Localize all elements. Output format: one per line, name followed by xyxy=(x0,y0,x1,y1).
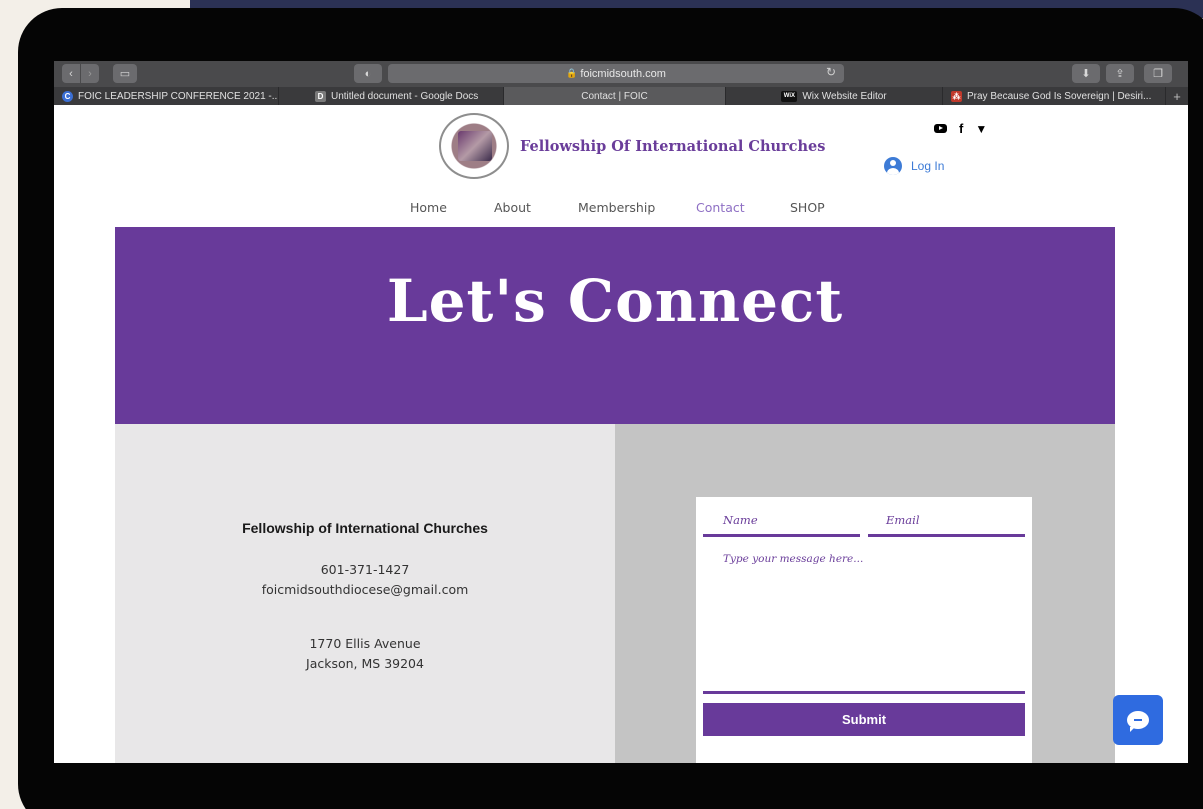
email-address[interactable]: foicmidsouthdiocese@gmail.com xyxy=(115,580,615,600)
tab-overview-button[interactable]: ❐ xyxy=(1144,64,1172,83)
tab-pray-sovereign[interactable]: ⁂ Pray Because God Is Sovereign | Desiri… xyxy=(943,87,1166,105)
nav-membership[interactable]: Membership xyxy=(578,200,696,215)
tab-foic-conference[interactable]: C FOIC LEADERSHIP CONFERENCE 2021 -... xyxy=(54,87,279,105)
contact-form: Name Email Type your message here... Sub… xyxy=(696,497,1032,763)
social-links: f ▼ xyxy=(934,121,987,136)
new-tab-button[interactable]: + xyxy=(1166,87,1188,105)
hero-title: Let's Connect xyxy=(386,267,844,335)
site-nav: Home About Membership Contact SHOP xyxy=(410,200,825,215)
docs-favicon-icon: D xyxy=(315,90,326,102)
street-address: 1770 Ellis Avenue xyxy=(309,636,421,651)
contact-info-panel: Fellowship of International Churches 601… xyxy=(115,424,615,763)
address-bar[interactable]: 🔒 foicmidsouth.com ↻ xyxy=(388,64,844,83)
chrome-favicon-icon: C xyxy=(62,90,73,102)
phone-number: 601-371-1427 xyxy=(320,562,410,577)
share-icon: ⇪ xyxy=(1115,68,1125,80)
chat-button[interactable] xyxy=(1113,695,1163,745)
back-button[interactable]: ‹ xyxy=(62,64,80,83)
tab-label: Contact | FOIC xyxy=(581,90,648,102)
desiring-god-favicon-icon: ⁂ xyxy=(951,90,962,102)
site-title[interactable]: Fellowship Of International Churches xyxy=(520,138,825,155)
user-avatar-icon xyxy=(884,157,902,175)
nav-shop[interactable]: SHOP xyxy=(790,200,825,215)
youtube-icon[interactable] xyxy=(934,124,947,133)
tab-bar: C FOIC LEADERSHIP CONFERENCE 2021 -... D… xyxy=(54,87,1188,105)
downloads-button[interactable]: ⬇ xyxy=(1072,64,1100,83)
tab-google-docs[interactable]: D Untitled document - Google Docs xyxy=(279,87,504,105)
url-text: foicmidsouth.com xyxy=(580,67,666,80)
browser-window: ‹ › ▭ ◐ 🔒 foicmidsouth.com ↻ ⬇ ⇪ ❐ C FOI… xyxy=(54,61,1188,763)
reload-icon[interactable]: ↻ xyxy=(826,65,836,79)
privacy-report-button[interactable]: ◐ xyxy=(354,64,382,83)
tab-label: Pray Because God Is Sovereign | Desiri..… xyxy=(967,90,1152,102)
wix-favicon-icon: WiX xyxy=(781,90,798,102)
name-field[interactable]: Name xyxy=(703,511,860,537)
twitter-icon[interactable]: ▼ xyxy=(975,122,987,136)
city-address: Jackson, MS 39204 xyxy=(306,656,424,671)
org-name: Fellowship of International Churches xyxy=(242,520,488,536)
login-label: Log In xyxy=(911,159,945,173)
share-button[interactable]: ⇪ xyxy=(1106,64,1134,83)
web-page: Fellowship Of International Churches f ▼… xyxy=(54,105,1188,763)
tab-label: Wix Website Editor xyxy=(802,90,887,102)
shield-icon: ◐ xyxy=(364,67,372,80)
contact-form-panel: Name Email Type your message here... Sub… xyxy=(615,424,1115,763)
foic-logo[interactable] xyxy=(439,113,509,179)
logo-emblem xyxy=(458,131,492,161)
nav-home[interactable]: Home xyxy=(410,200,494,215)
message-field[interactable]: Type your message here... xyxy=(703,545,1025,694)
sidebar-icon: ▭ xyxy=(119,68,131,80)
submit-button[interactable]: Submit xyxy=(703,703,1025,736)
email-field[interactable]: Email xyxy=(868,511,1025,537)
hero-banner: Let's Connect xyxy=(115,227,1115,424)
tab-label: Untitled document - Google Docs xyxy=(331,90,479,102)
sidebar-toggle-button[interactable]: ▭ xyxy=(113,64,137,83)
tabs-icon: ❐ xyxy=(1153,68,1163,80)
tab-label: FOIC LEADERSHIP CONFERENCE 2021 -... xyxy=(78,90,279,102)
chevron-right-icon: › xyxy=(88,67,92,80)
browser-toolbar: ‹ › ▭ ◐ 🔒 foicmidsouth.com ↻ ⬇ ⇪ ❐ xyxy=(54,61,1188,87)
nav-contact[interactable]: Contact xyxy=(696,200,790,215)
nav-about[interactable]: About xyxy=(494,200,578,215)
login-button[interactable]: Log In xyxy=(884,157,944,175)
facebook-icon[interactable]: f xyxy=(959,121,963,136)
download-icon: ⬇ xyxy=(1081,68,1091,80)
forward-button[interactable]: › xyxy=(81,64,99,83)
tab-wix-editor[interactable]: WiX Wix Website Editor xyxy=(726,87,943,105)
chevron-left-icon: ‹ xyxy=(69,67,73,80)
chat-icon xyxy=(1127,711,1149,732)
tab-contact-foic[interactable]: Contact | FOIC xyxy=(504,87,726,105)
lock-icon: 🔒 xyxy=(566,68,578,78)
